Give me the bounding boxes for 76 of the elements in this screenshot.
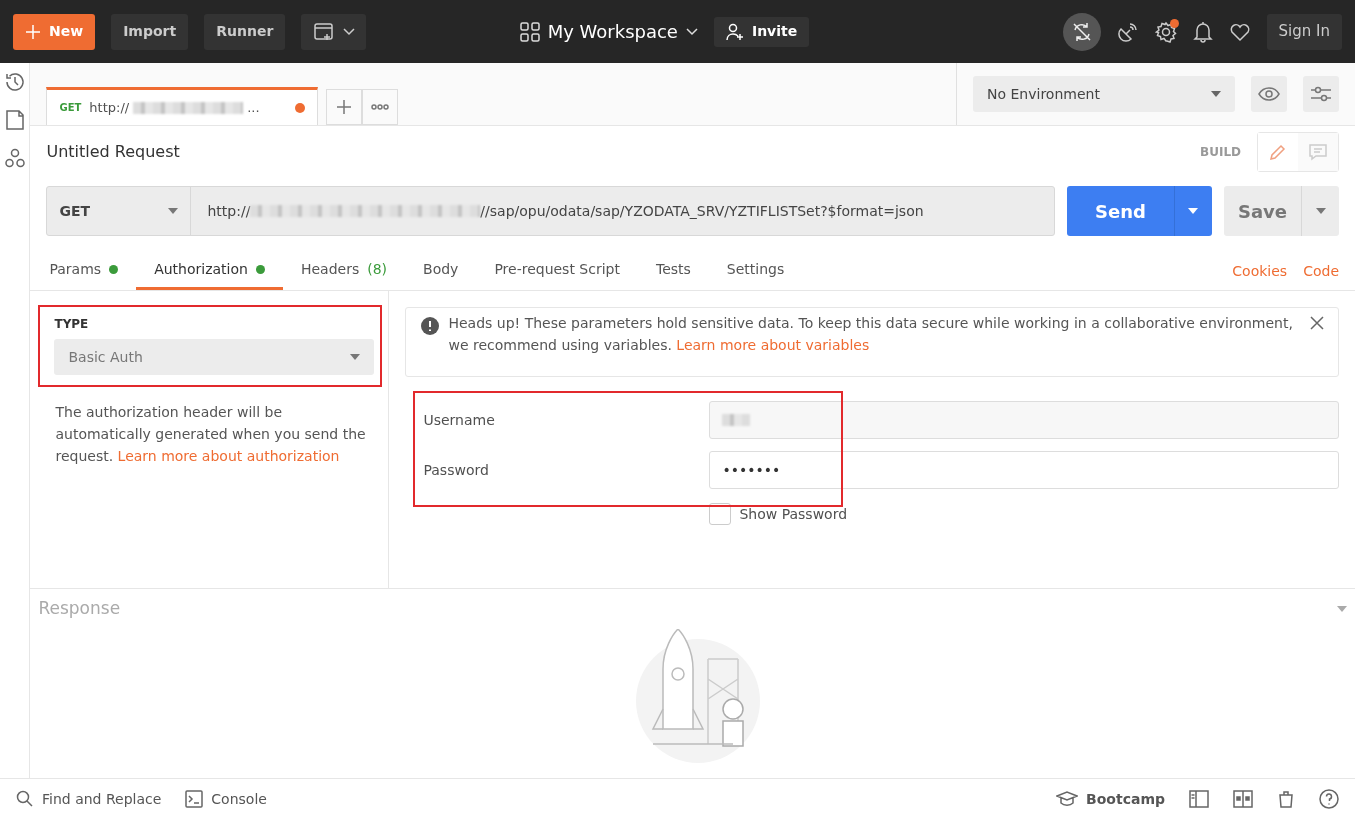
- sidebar-layout-icon[interactable]: [1189, 790, 1209, 808]
- collection-icon[interactable]: [4, 109, 25, 131]
- field-label: Username: [422, 410, 496, 430]
- trash-icon[interactable]: [1277, 790, 1295, 808]
- plus-icon: [25, 23, 41, 40]
- checkbox-label: Show Password: [739, 504, 848, 524]
- history-icon[interactable]: [3, 71, 26, 93]
- comment-icon: [1309, 143, 1327, 161]
- caret-icon: [1188, 208, 1199, 214]
- new-window-button[interactable]: [301, 13, 367, 50]
- caret-icon: [350, 354, 361, 360]
- request-section-tab[interactable]: Tests: [637, 252, 709, 290]
- tab-title: ...: [247, 98, 260, 117]
- request-name: Untitled Request: [46, 141, 180, 163]
- input-field[interactable]: [709, 401, 1339, 439]
- status-bar-button[interactable]: Console: [185, 788, 267, 810]
- two-pane-icon[interactable]: [1233, 790, 1253, 808]
- caret-icon: [1211, 91, 1221, 97]
- pencil-icon: [1269, 143, 1287, 161]
- save-button[interactable]: Save: [1223, 186, 1301, 236]
- description-text: The authorization header will be automatically generated when you send the request. Learn more about authorization: [54, 403, 367, 466]
- bell-icon[interactable]: [1192, 20, 1213, 43]
- apis-icon[interactable]: [3, 147, 26, 169]
- toolbar-button[interactable]: Import: [111, 13, 189, 50]
- info-icon: [420, 316, 441, 336]
- sliders-icon: [1310, 85, 1332, 103]
- console-icon: [185, 790, 204, 808]
- eye-icon: [1258, 87, 1280, 101]
- plus-icon: [336, 99, 353, 115]
- field-label: TYPE: [54, 316, 90, 333]
- sync-button[interactable]: [1062, 12, 1101, 51]
- satellite-icon[interactable]: [1116, 20, 1139, 43]
- send-button[interactable]: Send: [1067, 186, 1174, 236]
- section-title: Response: [38, 597, 121, 621]
- redaction-mark: [722, 414, 751, 426]
- window-icon: [313, 21, 336, 42]
- mode-label: BUILD: [1200, 144, 1241, 161]
- request-section-tab[interactable]: Body: [405, 252, 477, 290]
- invite-button[interactable]: Invite: [713, 16, 810, 47]
- graduation-cap-icon: [1056, 791, 1079, 807]
- caret-icon: [1315, 208, 1326, 214]
- settings-icon[interactable]: [1154, 20, 1177, 43]
- request-section-tab[interactable]: Headers (8): [282, 252, 406, 290]
- request-section-tab[interactable]: Pre-request Script: [476, 252, 638, 290]
- grid-icon: [519, 21, 540, 42]
- tab-title: http://: [89, 98, 130, 117]
- auth-type-dropdown[interactable]: Basic Auth: [54, 339, 375, 375]
- request-section-tab[interactable]: Authorization: [136, 252, 283, 290]
- sign-in-button[interactable]: Sign In: [1266, 13, 1342, 50]
- request-section-tab[interactable]: Params: [46, 252, 137, 290]
- caret-icon: [1337, 606, 1347, 612]
- request-section-tab[interactable]: Settings: [708, 252, 803, 290]
- environment-dropdown[interactable]: No Environment: [973, 76, 1235, 112]
- eye-button[interactable]: [1251, 76, 1287, 112]
- request-tab[interactable]: GET http:// ...: [46, 87, 319, 125]
- search-icon: [16, 790, 34, 808]
- close-icon[interactable]: [1310, 316, 1324, 330]
- more-tabs-button[interactable]: [362, 89, 399, 125]
- heart-icon[interactable]: [1228, 21, 1251, 42]
- help-icon[interactable]: [1319, 789, 1339, 809]
- new-tab-button[interactable]: [326, 89, 363, 125]
- user-plus-icon: [725, 22, 744, 41]
- sync-off-icon: [1070, 20, 1093, 43]
- method-label: GET: [59, 101, 82, 115]
- notice-text: Heads up! These parameters hold sensitive data. To keep this data secure while working in a collaborative environment, we recommend using variables. Learn more about variables: [448, 314, 1294, 355]
- toolbar-button[interactable]: Runner: [204, 13, 286, 50]
- status-bar-button[interactable]: Find and Replace: [16, 788, 162, 810]
- environment-settings-button[interactable]: [1303, 76, 1339, 112]
- field-label: Password: [422, 460, 490, 480]
- more-icon: [371, 104, 390, 110]
- workspace-button[interactable]: My Workspace: [519, 18, 698, 45]
- chevron-icon: [685, 27, 698, 36]
- bootcamp-button[interactable]: Bootcamp: [1056, 788, 1165, 810]
- input-field[interactable]: •••••••: [709, 451, 1339, 489]
- chevron-icon: [343, 27, 356, 36]
- checkbox[interactable]: [709, 503, 732, 525]
